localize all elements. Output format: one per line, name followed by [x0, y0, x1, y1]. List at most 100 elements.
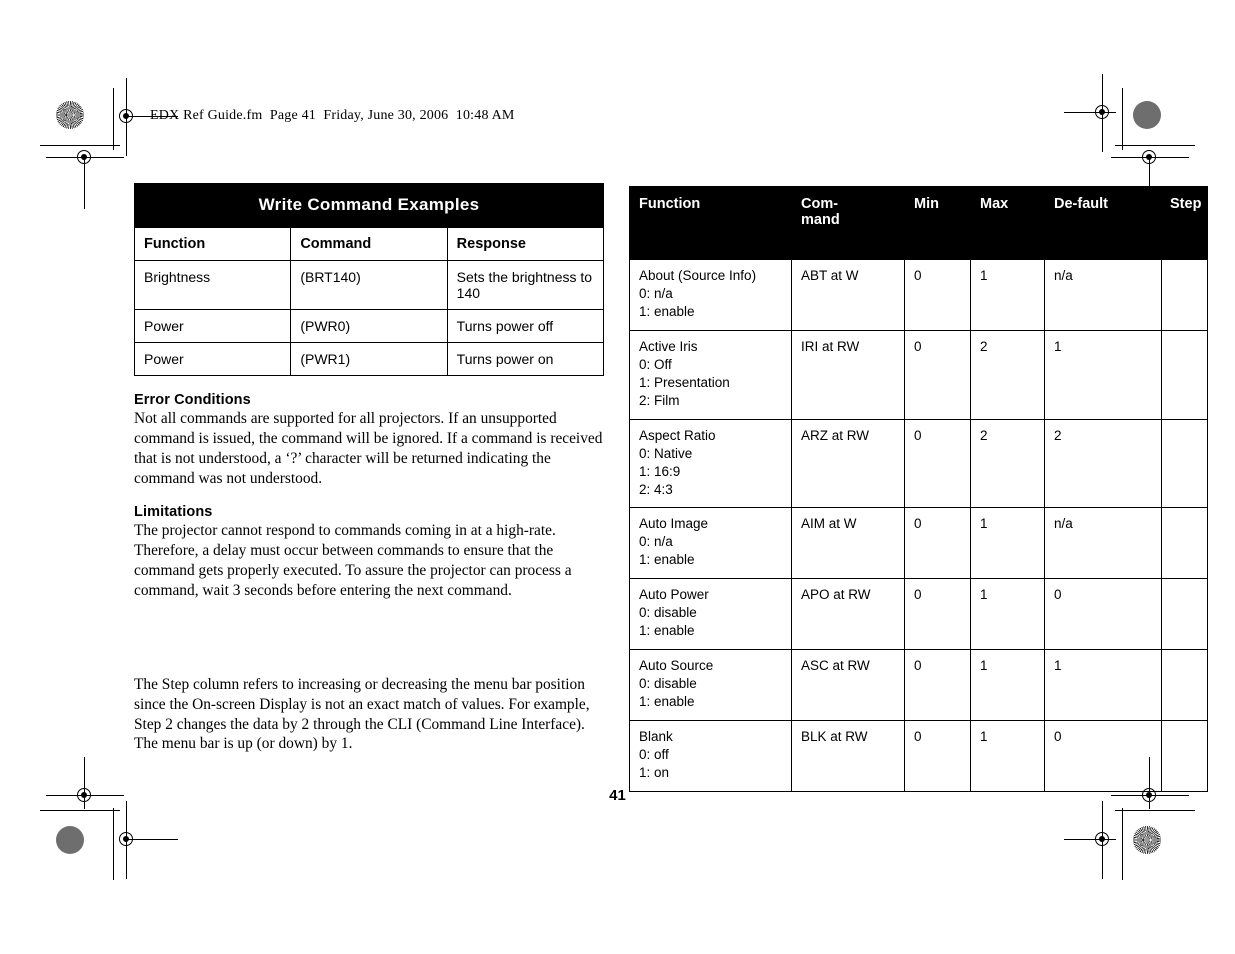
command-reference-table: Function Com-mand Min Max De-fault Step … — [629, 186, 1208, 792]
write-cell-function: Brightness — [133, 260, 292, 310]
function-name: Active Iris — [639, 338, 698, 354]
solid-calibration-dot-bottom-left — [56, 826, 84, 854]
error-conditions-body: Not all commands are supported for all p… — [134, 410, 603, 487]
write-col-function: Function — [133, 227, 292, 261]
command-cell-step — [1161, 507, 1208, 580]
command-col-function: Function — [629, 186, 792, 260]
function-name: Auto Power — [639, 587, 709, 603]
command-col-command-line1: Com- — [801, 196, 839, 212]
table-row: Auto Source 0: disable 1: enable ASC at … — [629, 649, 1208, 722]
command-cell-default: n/a — [1044, 259, 1162, 331]
command-table-header-row: Function Com-mand Min Max De-fault Step — [629, 186, 1208, 260]
command-cell-step — [1161, 259, 1208, 331]
function-option: 1: enable — [639, 694, 695, 710]
function-option: 0: disable — [639, 676, 697, 692]
function-option: 1: enable — [639, 303, 695, 319]
command-cell-min: 0 — [904, 259, 971, 331]
command-cell-min: 0 — [904, 578, 971, 651]
registration-mark-top-right-inner — [1111, 145, 1189, 209]
write-table-title: Write Command Examples — [134, 183, 604, 228]
command-cell-max: 1 — [970, 578, 1045, 651]
trim-line-bottom-right-vertical — [1122, 808, 1123, 880]
command-cell-default: n/a — [1044, 507, 1162, 580]
function-option: 2: 4:3 — [639, 481, 673, 497]
command-cell-step — [1161, 649, 1208, 722]
command-cell-step — [1161, 720, 1208, 792]
command-cell-default: 0 — [1044, 578, 1162, 651]
table-row: Auto Image 0: n/a 1: enable AIM at W 0 1… — [629, 507, 1208, 580]
function-name: Aspect Ratio — [639, 427, 716, 443]
command-cell-min: 0 — [904, 720, 971, 792]
command-cell-command: BLK at RW — [791, 720, 905, 792]
command-cell-command: AIM at W — [791, 507, 905, 580]
command-cell-function: Active Iris 0: Off 1: Presentation 2: Fi… — [629, 329, 792, 420]
write-cell-command: (PWR0) — [290, 309, 448, 343]
command-col-command: Com-mand — [791, 186, 905, 260]
registration-mark-top-right — [1064, 74, 1116, 152]
function-name: Auto Source — [639, 658, 714, 674]
command-cell-max: 1 — [970, 259, 1045, 331]
write-cell-command: (PWR1) — [290, 342, 448, 376]
function-option: 1: on — [639, 764, 670, 780]
write-cell-function: Power — [133, 309, 292, 343]
write-cell-response: Turns power on — [446, 342, 605, 376]
command-cell-command: APO at RW — [791, 578, 905, 651]
command-cell-command: IRI at RW — [791, 329, 905, 420]
command-cell-step — [1161, 418, 1208, 509]
function-option: 1: enable — [639, 552, 695, 568]
function-option: 0: Native — [639, 445, 693, 461]
write-table-title-row: Write Command Examples — [134, 183, 604, 228]
trim-line-bottom-right-horizontal — [1115, 810, 1195, 811]
function-name: Auto Image — [639, 516, 709, 532]
trim-line-bottom-left-vertical — [113, 808, 114, 880]
command-cell-max: 1 — [970, 720, 1045, 792]
trim-line-top-right-vertical — [1122, 88, 1123, 150]
command-col-min: Min — [904, 186, 971, 260]
command-col-step: Step — [1161, 186, 1208, 260]
command-cell-max: 1 — [970, 507, 1045, 580]
command-cell-function: Blank 0: off 1: on — [629, 720, 792, 792]
error-conditions-section: Error Conditions Not all commands are su… — [134, 392, 604, 488]
command-cell-function: Auto Power 0: disable 1: enable — [629, 578, 792, 651]
command-col-max: Max — [970, 186, 1045, 260]
table-row: Active Iris 0: Off 1: Presentation 2: Fi… — [629, 329, 1208, 420]
function-option: 2: Film — [639, 392, 680, 408]
registration-mark-top-left-inner — [46, 145, 124, 209]
function-option: 0: n/a — [639, 285, 673, 301]
command-cell-default: 1 — [1044, 329, 1162, 420]
command-cell-max: 2 — [970, 329, 1045, 420]
registration-mark-bottom-left — [114, 801, 178, 879]
function-name: About (Source Info) — [639, 268, 757, 283]
command-cell-step — [1161, 578, 1208, 651]
command-cell-max: 2 — [970, 418, 1045, 509]
function-option: 1: enable — [639, 623, 695, 639]
command-cell-command: ABT at W — [791, 259, 905, 331]
write-col-command: Command — [290, 227, 448, 261]
write-cell-response: Turns power off — [446, 309, 605, 343]
write-command-examples-table: Write Command Examples Function Command … — [133, 183, 605, 376]
halftone-calibration-dot-bottom-right — [1133, 826, 1161, 854]
function-option: 0: off — [639, 747, 669, 763]
write-cell-function: Power — [133, 342, 292, 376]
command-cell-default: 1 — [1044, 649, 1162, 722]
step-column-note: The Step column refers to increasing or … — [134, 675, 590, 753]
command-cell-min: 0 — [904, 418, 971, 509]
write-col-response: Response — [446, 227, 605, 261]
write-table-header-row: Function Command Response — [133, 227, 605, 261]
trim-line-bottom-left-horizontal — [40, 810, 120, 811]
function-option: 1: 16:9 — [639, 463, 681, 479]
registration-mark-top-left — [114, 78, 178, 156]
command-cell-default: 2 — [1044, 418, 1162, 509]
running-header: EDX Ref Guide.fm Page 41 Friday, June 30… — [150, 108, 515, 123]
error-conditions-heading: Error Conditions — [134, 392, 251, 408]
table-row: About (Source Info) 0: n/a 1: enable ABT… — [629, 259, 1208, 331]
page-number: 41 — [609, 787, 626, 804]
registration-mark-bottom-right — [1064, 801, 1116, 879]
table-row: Brightness (BRT140) Sets the brightness … — [133, 260, 605, 310]
halftone-calibration-dot-top-left — [56, 101, 84, 129]
command-cell-command: ARZ at RW — [791, 418, 905, 509]
write-cell-command: (BRT140) — [290, 260, 448, 310]
command-col-default: De-fault — [1044, 186, 1162, 260]
left-column: Write Command Examples Function Command … — [133, 183, 605, 754]
table-row: Blank 0: off 1: on BLK at RW 0 1 0 — [629, 720, 1208, 792]
